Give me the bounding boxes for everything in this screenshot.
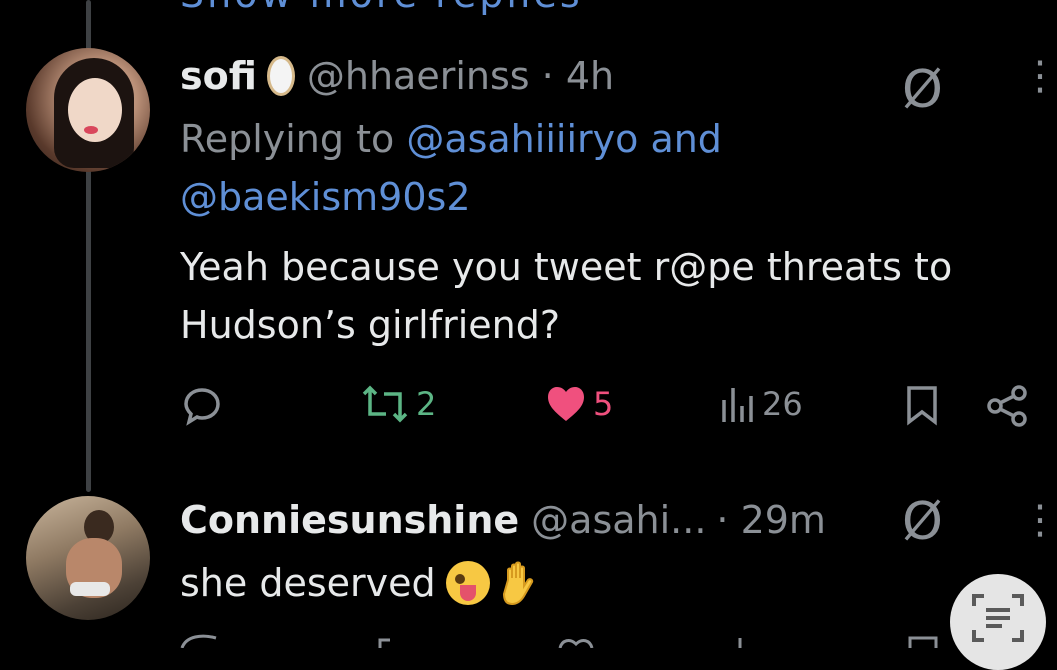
reply-icon: [184, 388, 220, 426]
tweet-actions-partial: [180, 630, 1040, 649]
retweet-button[interactable]: 2: [360, 384, 436, 424]
image-text-scan-button[interactable]: [950, 574, 1046, 670]
views-count: 26: [762, 385, 803, 423]
reply-mention-link[interactable]: @baekism90s2: [180, 175, 471, 219]
avatar[interactable]: [26, 48, 150, 172]
views-button[interactable]: 26: [720, 384, 803, 424]
tweet-reply-sofi[interactable]: sofi @hhaerinss · 4h Replying to @asahii…: [180, 50, 952, 354]
show-more-replies-link[interactable]: Show more replies: [180, 0, 583, 16]
raised-hand-emoji-icon: [502, 561, 533, 606]
tweet-text-line: Hudson’s girlfriend?: [180, 303, 561, 347]
handle[interactable]: @asahi...: [531, 498, 706, 542]
more-options-icon[interactable]: ⋮: [1020, 500, 1057, 540]
reply-and-text: and: [638, 117, 722, 161]
like-count: 5: [593, 385, 614, 423]
share-icon: [987, 385, 1027, 427]
tweet-text-line: Yeah because you tweet r@pe threats to: [180, 245, 953, 289]
reply-mention-link[interactable]: @asahiiiiryo: [406, 117, 638, 161]
handle-and-time[interactable]: @hhaerinss · 4h: [307, 54, 614, 98]
replying-prefix: Replying to: [180, 117, 407, 161]
heart-icon: [548, 387, 584, 421]
retweet-icon: [362, 385, 408, 423]
tweet-text-line: she deserved: [180, 561, 436, 605]
replying-to-second: @baekism90s2: [180, 168, 952, 226]
bookmark-icon: [907, 386, 937, 426]
grok-icon[interactable]: Ø: [902, 60, 943, 120]
display-name[interactable]: Conniesunshine: [180, 498, 519, 542]
tweet-text: Yeah because you tweet r@pe threats to H…: [180, 238, 952, 354]
reply-button[interactable]: [180, 384, 224, 428]
tweet-actions: 2 5 26: [180, 380, 1040, 440]
retweet-count: 2: [416, 385, 437, 423]
like-button[interactable]: 5: [545, 384, 613, 424]
timestamp[interactable]: · 29m: [716, 498, 826, 542]
action-icons-cropped-icon: [180, 634, 938, 649]
mirror-emoji-icon: [266, 56, 295, 96]
bookmark-button[interactable]: [905, 384, 939, 426]
more-options-icon[interactable]: ⋮: [1020, 56, 1057, 96]
tweet-reply-conniesunshine[interactable]: Conniesunshine @asahi... · 29m she deser…: [180, 494, 826, 612]
share-button[interactable]: [985, 384, 1029, 428]
tweet-text: she deserved: [180, 554, 826, 612]
display-name[interactable]: sofi: [180, 54, 257, 98]
zany-face-emoji-icon: [445, 561, 490, 605]
grok-icon[interactable]: Ø: [902, 492, 943, 552]
avatar[interactable]: [26, 496, 150, 620]
views-chart-icon: [722, 388, 753, 422]
replying-to: Replying to @asahiiiiryo and: [180, 110, 952, 168]
